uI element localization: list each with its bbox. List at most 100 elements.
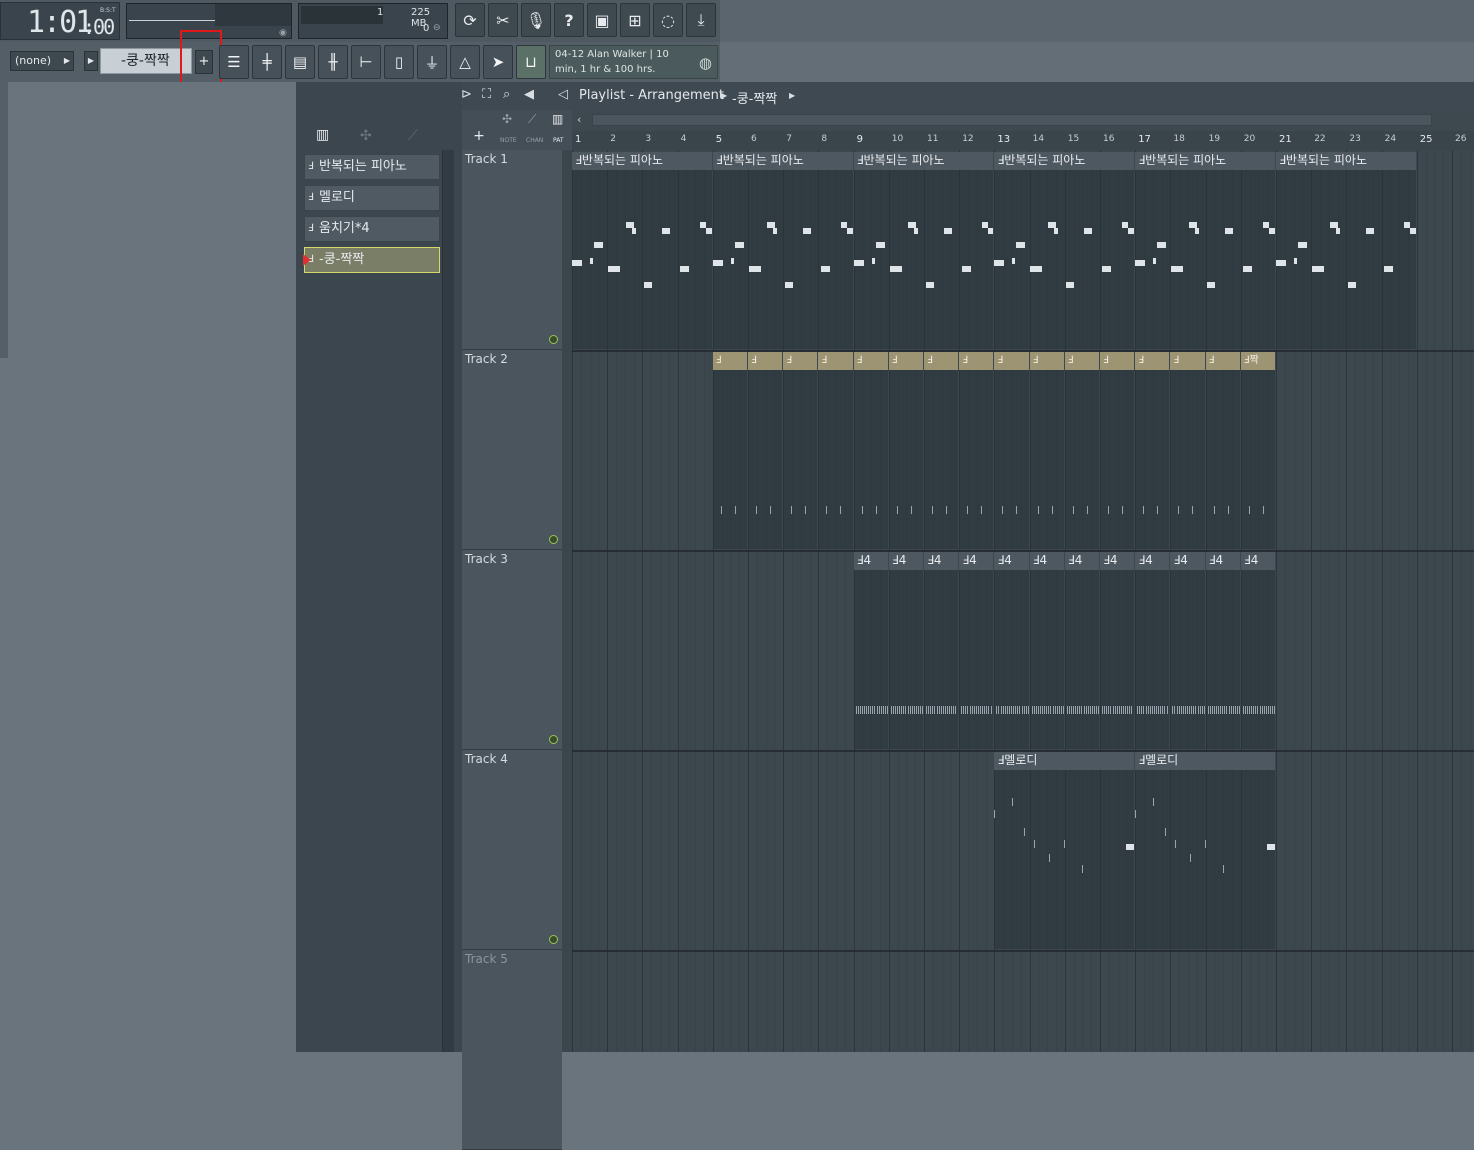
pattern-clip[interactable]: Ⅎ반복되는 피아노	[994, 152, 1135, 349]
chan-tab-icon[interactable]: ⟋	[528, 112, 536, 127]
add-track-button[interactable]: +	[466, 128, 492, 148]
pattern-clip[interactable]: Ⅎ4	[994, 552, 1029, 749]
pattern-clip[interactable]: Ⅎ4	[1100, 552, 1135, 749]
clip-body	[888, 570, 923, 749]
scroll-thumb[interactable]	[592, 114, 1432, 126]
pattern-clip[interactable]: Ⅎ	[1064, 352, 1099, 549]
pattern-clip[interactable]: Ⅎ	[1135, 352, 1170, 549]
pattern-clip[interactable]: Ⅎ	[924, 352, 959, 549]
select-icon[interactable]: ⛶	[482, 87, 491, 102]
pattern-clip[interactable]: Ⅎ4	[1029, 552, 1064, 749]
pattern-clip[interactable]: Ⅎ	[783, 352, 818, 549]
project-file-icon[interactable]: ▯	[384, 45, 414, 79]
tick	[1160, 706, 1162, 714]
automation-clip-icon[interactable]: ⟋	[408, 128, 418, 144]
download-icon[interactable]: ⤓	[686, 3, 716, 37]
track-header-5[interactable]: Track 5	[462, 950, 562, 1150]
pattern-item-umchigi[interactable]: Ⅎ 움치기*4	[304, 216, 440, 242]
audio-clip-icon[interactable]: ✣	[360, 128, 372, 144]
channel-rack-icon[interactable]: ▤	[285, 45, 315, 79]
piano-keys-icon[interactable]: ▥	[316, 127, 329, 143]
send-arrow-icon[interactable]: ➤	[483, 45, 513, 79]
pattern-clip[interactable]: Ⅎ멜로디	[994, 752, 1135, 949]
speaker-icon[interactable]: ◁	[558, 87, 568, 102]
comment-icon[interactable]: ◌	[653, 3, 683, 37]
pattern-clip[interactable]: Ⅎ	[1205, 352, 1240, 549]
shop-cart-icon[interactable]: ⊔	[516, 45, 546, 79]
pattern-clip[interactable]: Ⅎ4	[959, 552, 994, 749]
pattern-clip[interactable]: Ⅎ4	[853, 552, 888, 749]
track-header-1[interactable]: Track 1	[462, 150, 562, 350]
pattern-clip[interactable]: Ⅎ4	[1205, 552, 1240, 749]
pattern-clip[interactable]: Ⅎ	[1029, 352, 1064, 549]
track-mute-led[interactable]	[549, 335, 558, 344]
save-as-icon[interactable]: ⊞	[620, 3, 650, 37]
picker-scrollbar[interactable]	[442, 150, 454, 1052]
tick	[1244, 706, 1246, 714]
pattern-prev-button[interactable]: ▶	[84, 51, 98, 71]
slice-icon[interactable]: ⊳	[461, 87, 472, 102]
pattern-clip[interactable]: Ⅎ반복되는 피아노	[1135, 152, 1275, 349]
arrangement-grid[interactable]: Ⅎ반복되는 피아노 Ⅎ반복되는 피아노 Ⅎ반복되는 피아노 Ⅎ반복되는 피아노 Ⅎ반복되…	[572, 150, 1474, 1052]
pattern-clip[interactable]: Ⅎ4	[1240, 552, 1275, 749]
pattern-clip[interactable]: Ⅎ4	[1135, 552, 1170, 749]
pattern-clip[interactable]: Ⅎ	[712, 352, 747, 549]
pattern-clip[interactable]: Ⅎ	[853, 352, 888, 549]
pattern-clip[interactable]: Ⅎ	[1100, 352, 1135, 549]
pattern-clip[interactable]: Ⅎ	[748, 352, 783, 549]
zoom-icon[interactable]: ⌕	[503, 87, 510, 102]
tick	[1079, 706, 1081, 714]
pattern-clip[interactable]: Ⅎ4	[924, 552, 959, 749]
pattern-clip[interactable]: Ⅎ4	[888, 552, 923, 749]
pattern-clip[interactable]: Ⅎ반복되는 피아노	[1276, 152, 1416, 349]
track-header-2[interactable]: Track 2	[462, 350, 562, 550]
scroll-left-icon[interactable]: ‹	[577, 113, 581, 126]
note-tab-icon[interactable]: ✣	[502, 112, 512, 126]
pattern-none-select[interactable]: (none) ▶	[10, 51, 74, 71]
playlist-scrollbar[interactable]: ‹	[572, 110, 1474, 131]
microphone-icon[interactable]: 🎙︎	[521, 3, 551, 37]
track-header-3[interactable]: Track 3	[462, 550, 562, 750]
cut-icon[interactable]: ✂	[488, 3, 518, 37]
track-header-4[interactable]: Track 4	[462, 750, 562, 950]
pattern-clip[interactable]: Ⅎ	[959, 352, 994, 549]
track-mute-led[interactable]	[549, 735, 558, 744]
playlist-view-icon[interactable]: ☰	[219, 45, 249, 79]
cpu-memory-display[interactable]: 1 225 MB 0 ⊖	[298, 3, 448, 39]
pat-tab-icon[interactable]: ▥	[552, 112, 563, 126]
pattern-item-kung-jjak[interactable]: Ⅎ -쿵-짝짝	[303, 247, 440, 273]
pattern-clip[interactable]: Ⅎ4	[1170, 552, 1205, 749]
playback-icon[interactable]: ◀	[524, 87, 534, 102]
pattern-selector[interactable]: -쿵-짝짝	[100, 48, 192, 74]
tick	[915, 706, 917, 714]
track-mute-led[interactable]	[549, 535, 558, 544]
tempo-metronome-icon[interactable]: △	[450, 45, 480, 79]
track-mute-led[interactable]	[549, 935, 558, 944]
browser-tree-icon[interactable]: ⊢	[351, 45, 381, 79]
piano-roll-icon[interactable]: ╪	[252, 45, 282, 79]
pattern-clip[interactable]: Ⅎ멜로디	[1135, 752, 1275, 949]
plugin-plug-icon[interactable]: ⏚	[417, 45, 447, 79]
mixer-icon[interactable]: ╫	[318, 45, 348, 79]
pattern-clip[interactable]: Ⅎ반복되는 피아노	[572, 152, 712, 349]
globe-icon[interactable]: ◍	[699, 54, 712, 72]
help-icon[interactable]: ?	[554, 3, 584, 37]
song-time-display[interactable]: 1:01 :00 B:S:T	[0, 2, 120, 40]
tick	[946, 506, 947, 514]
loop-record-button[interactable]: ⟳	[455, 3, 485, 37]
pattern-item-repeat-piano[interactable]: Ⅎ 반복되는 피아노	[304, 154, 440, 180]
clip-label: Ⅎ4	[1170, 552, 1205, 570]
pattern-clip[interactable]: Ⅎ	[1170, 352, 1205, 549]
pattern-item-melody[interactable]: Ⅎ 멜로디	[304, 185, 440, 211]
pattern-clip[interactable]: Ⅎ	[994, 352, 1029, 549]
save-icon[interactable]: ▣	[587, 3, 617, 37]
pattern-clip[interactable]: Ⅎ반복되는 피아노	[853, 152, 994, 349]
pattern-clip[interactable]: Ⅎ	[888, 352, 923, 549]
pattern-clip[interactable]: Ⅎ4	[1064, 552, 1099, 749]
timeline-ruler[interactable]: 1 2 3 4 5 6 7 8 9 10 11 12 13 14 15 16 17 18 19 20 21 22 23 24 2…	[572, 131, 1474, 150]
pattern-clip[interactable]: Ⅎ짝	[1240, 352, 1275, 549]
pattern-clip[interactable]: Ⅎ반복되는 피아노	[712, 152, 853, 349]
clip-label: Ⅎ	[1100, 352, 1135, 370]
tick	[1172, 706, 1174, 714]
pattern-clip[interactable]: Ⅎ	[818, 352, 853, 549]
